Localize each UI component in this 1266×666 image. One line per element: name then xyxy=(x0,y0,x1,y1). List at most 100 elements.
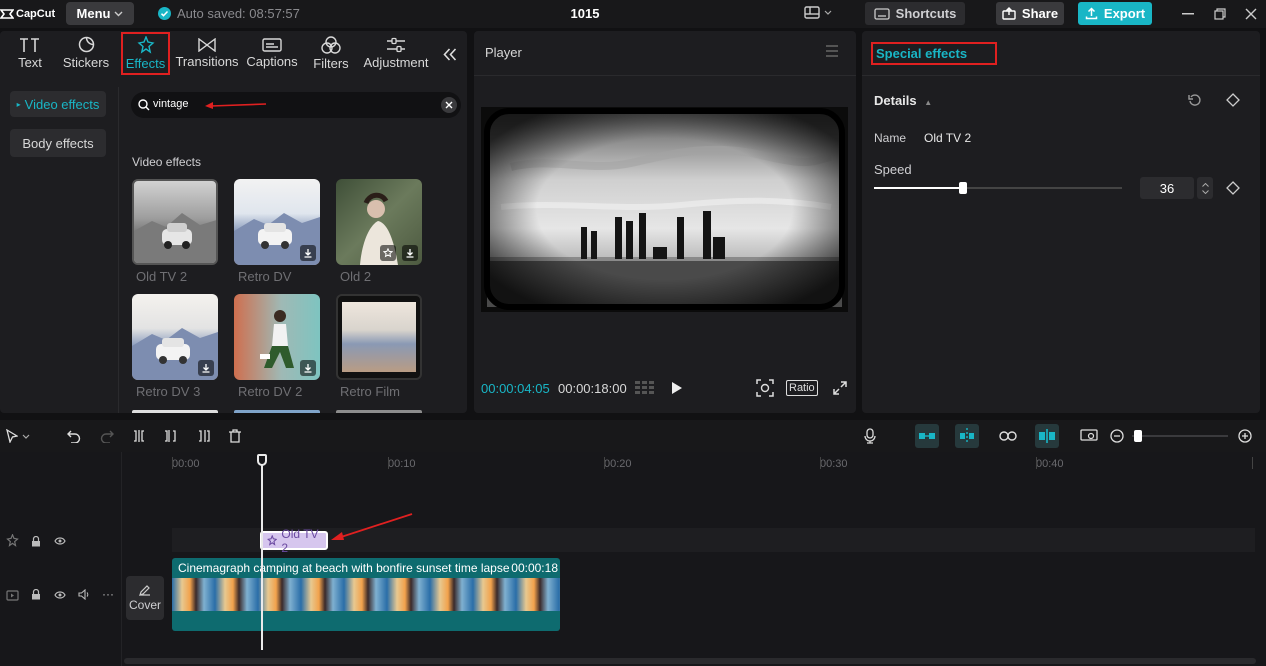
zoom-slider[interactable] xyxy=(1132,430,1228,442)
playhead[interactable] xyxy=(257,454,267,650)
video-preview[interactable] xyxy=(481,107,848,312)
timeline-scrollbar[interactable] xyxy=(124,658,1256,664)
timeline-ruler[interactable]: 00:00 00:10 00:20 00:30 00:40 xyxy=(172,454,1266,470)
upload-icon xyxy=(1085,7,1098,20)
effect-clip[interactable]: Old TV 2 xyxy=(260,527,328,555)
effect-card-old-tv-2[interactable]: Old TV 2 xyxy=(132,179,218,284)
inspector-title[interactable]: Special effects xyxy=(871,42,997,65)
speed-slider-fill xyxy=(874,187,963,189)
bullet-icon: ▸ xyxy=(16,99,21,109)
eye-icon xyxy=(54,591,66,599)
effect-thumbnail xyxy=(132,179,218,265)
split-left-button[interactable] xyxy=(163,428,179,444)
mute-track-button[interactable] xyxy=(78,589,90,600)
redo-icon xyxy=(100,430,114,443)
effect-card-retro-dv-2[interactable]: Retro DV 2 xyxy=(234,294,320,399)
more-options-icon[interactable]: ··· xyxy=(102,588,114,600)
minimize-button[interactable] xyxy=(1179,5,1197,23)
zoom-in-button[interactable] xyxy=(1237,428,1253,444)
tab-effects[interactable]: Effects xyxy=(121,32,170,75)
name-label: Name xyxy=(874,131,907,145)
lock-track-button[interactable] xyxy=(31,536,41,547)
layout-button[interactable] xyxy=(804,6,832,19)
thumbnail-button[interactable] xyxy=(1079,428,1099,444)
speed-keyframe-button[interactable] xyxy=(1226,181,1240,195)
toggle-visibility-button[interactable] xyxy=(54,591,66,599)
split-right-button[interactable] xyxy=(195,428,211,444)
search-input[interactable]: vintage xyxy=(131,92,461,118)
eye-icon xyxy=(54,537,66,545)
download-button[interactable] xyxy=(300,360,316,376)
download-button[interactable] xyxy=(402,245,418,261)
keyframe-button[interactable] xyxy=(1226,93,1240,107)
speed-stepper[interactable] xyxy=(1197,177,1213,199)
redo-button[interactable] xyxy=(99,428,115,444)
playhead-handle[interactable] xyxy=(257,454,267,466)
clear-search-button[interactable] xyxy=(441,97,457,113)
favorite-button[interactable] xyxy=(380,245,396,261)
video-clip[interactable]: Cinemagraph camping at beach with bonfir… xyxy=(172,558,560,631)
main-track-magnet-button[interactable] xyxy=(915,424,939,448)
effect-card-retro-dv[interactable]: Retro DV xyxy=(234,179,320,284)
tab-label: Filters xyxy=(313,55,349,71)
linkage-button[interactable] xyxy=(998,428,1018,444)
cover-button[interactable]: Cover xyxy=(126,576,164,620)
video-clip-title: Cinemagraph camping at beach with bonfir… xyxy=(178,561,510,575)
tab-captions[interactable]: Captions xyxy=(245,31,299,75)
fullscreen-crop-button[interactable] xyxy=(756,379,774,397)
tab-filters[interactable]: Filters xyxy=(310,31,352,75)
export-button[interactable]: Export xyxy=(1078,2,1152,25)
lock-track-button[interactable] xyxy=(31,589,41,600)
tab-transitions[interactable]: Transitions xyxy=(175,31,239,75)
download-button[interactable] xyxy=(198,360,214,376)
tab-label: Text xyxy=(18,54,42,70)
speed-slider-handle[interactable] xyxy=(959,182,967,194)
select-tool-button[interactable] xyxy=(6,428,36,444)
ratio-button[interactable]: Ratio xyxy=(786,380,818,396)
details-header[interactable]: Details ▲ xyxy=(874,93,932,108)
zoom-out-button[interactable] xyxy=(1109,428,1125,444)
speed-value-input[interactable]: 36 xyxy=(1140,177,1194,199)
category-body-effects[interactable]: Body effects xyxy=(10,129,106,157)
tab-label: Captions xyxy=(246,53,298,69)
collapse-panel-button[interactable] xyxy=(443,48,457,61)
split-icon xyxy=(134,430,144,442)
effects-icon xyxy=(267,535,278,546)
effects-icon xyxy=(6,534,19,547)
effect-card-retro-dv-3[interactable]: Retro DV 3 xyxy=(132,294,218,399)
tab-stickers[interactable]: Stickers xyxy=(60,31,112,75)
category-video-effects[interactable]: ▸ Video effects xyxy=(10,91,106,117)
zoom-slider-handle[interactable] xyxy=(1134,430,1142,442)
share-label: Share xyxy=(1021,6,1059,21)
logo-text: CapCut xyxy=(16,8,56,20)
car-image xyxy=(134,213,216,263)
undo-button[interactable] xyxy=(66,428,82,444)
player-menu-button[interactable] xyxy=(825,45,839,57)
fullscreen-button[interactable] xyxy=(833,381,847,395)
effect-card-retro-film[interactable]: Retro Film xyxy=(336,294,422,399)
preview-axis-button[interactable] xyxy=(1035,424,1059,448)
tab-text[interactable]: Text xyxy=(8,31,52,75)
play-button[interactable] xyxy=(671,381,683,395)
share-button[interactable]: Share xyxy=(996,2,1064,25)
fullscreen-icon xyxy=(833,381,847,395)
auto-snapping-button[interactable] xyxy=(955,424,979,448)
delete-button[interactable] xyxy=(227,428,243,444)
effect-card-old-2[interactable]: Old 2 xyxy=(336,179,422,284)
tab-adjustment[interactable]: Adjustment xyxy=(361,31,431,75)
restore-button[interactable] xyxy=(1211,5,1229,23)
menu-button[interactable]: Menu xyxy=(66,2,134,25)
speed-slider[interactable] xyxy=(874,182,1122,194)
effect-thumbnail xyxy=(336,294,422,380)
shortcuts-button[interactable]: Shortcuts xyxy=(865,2,965,25)
timeline-view-button[interactable] xyxy=(635,380,655,396)
download-button[interactable] xyxy=(300,245,316,261)
close-window-button[interactable] xyxy=(1242,5,1260,23)
inspector-panel: Special effects Details ▲ Name Old TV 2 … xyxy=(862,31,1260,413)
reset-button[interactable] xyxy=(1188,93,1202,107)
record-audio-button[interactable] xyxy=(862,428,878,444)
split-button[interactable] xyxy=(131,428,147,444)
pencil-icon xyxy=(139,585,150,596)
timeline-toolbar xyxy=(0,420,1266,452)
toggle-visibility-button[interactable] xyxy=(54,537,66,545)
